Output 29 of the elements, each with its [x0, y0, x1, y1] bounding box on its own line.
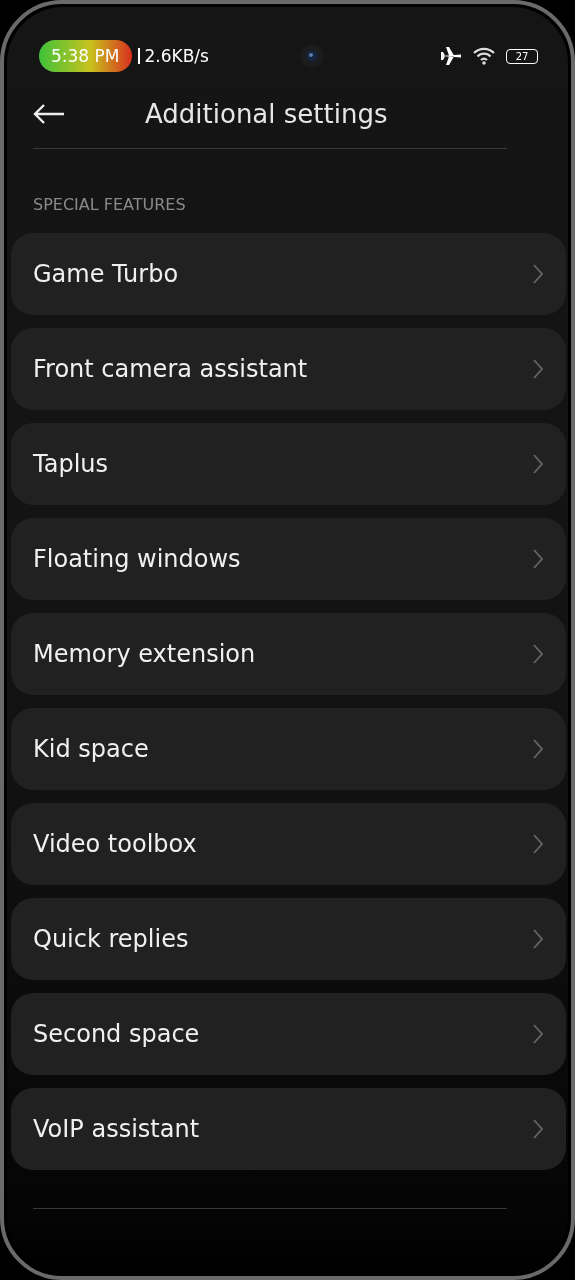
chevron-icon: [532, 263, 544, 285]
back-arrow-icon[interactable]: [33, 103, 65, 125]
chevron-icon: [532, 738, 544, 760]
chevron-icon: [532, 928, 544, 950]
settings-item[interactable]: Quick replies: [11, 898, 566, 980]
section-heading: SPECIAL FEATURES: [33, 195, 187, 214]
chevron-icon: [532, 1118, 544, 1140]
settings-item[interactable]: Video toolbox: [11, 803, 566, 885]
camera-icon: [298, 43, 325, 69]
settings-item[interactable]: Game Turbo: [11, 233, 566, 315]
wifi-icon: [472, 46, 496, 66]
settings-item[interactable]: Front camera assistant: [11, 328, 566, 410]
settings-item[interactable]: Taplus: [11, 423, 566, 505]
settings-item[interactable]: Memory extension: [11, 613, 566, 695]
chevron-icon: [532, 548, 544, 570]
chevron-icon: [532, 833, 544, 855]
settings-item[interactable]: VoIP assistant: [11, 1088, 566, 1170]
chevron-icon: [532, 1023, 544, 1045]
battery-indicator: 27: [506, 48, 538, 64]
settings-item[interactable]: Floating windows: [11, 518, 566, 600]
airplane-icon: [440, 46, 462, 66]
settings-item[interactable]: Kid space: [11, 708, 566, 790]
chevron-icon: [532, 453, 544, 475]
status-time: 5:38 PM: [39, 40, 132, 72]
page-title: Additional settings: [145, 99, 388, 129]
chevron-icon: [532, 643, 544, 665]
chevron-icon: [532, 358, 544, 380]
network-speed: 2.6KB/s: [137, 48, 209, 64]
settings-item[interactable]: Second space: [11, 993, 566, 1075]
